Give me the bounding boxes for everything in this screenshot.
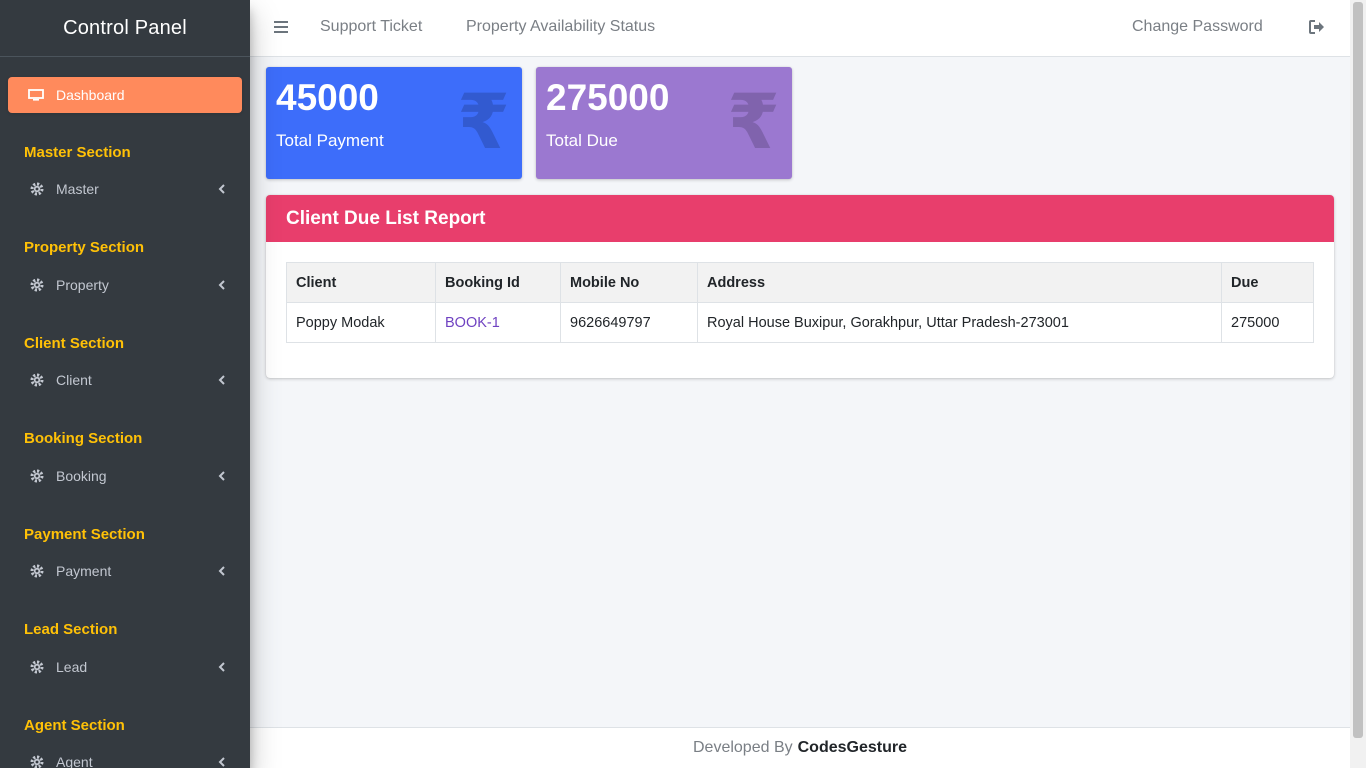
cell-due: 275000 — [1221, 302, 1314, 343]
footer: Developed By CodesGesture — [250, 727, 1350, 768]
sidebar-item-property[interactable]: Property — [8, 268, 242, 302]
nav-link-support-ticket[interactable]: Support Ticket — [320, 18, 422, 36]
nav-link-change-password[interactable]: Change Password — [1132, 18, 1263, 36]
gear-icon — [30, 469, 44, 483]
sidebar-item-label: Payment — [56, 563, 112, 579]
stat-box-total-due: 275000 Total Due ₹ — [536, 67, 792, 179]
stat-value: 45000 — [276, 77, 379, 118]
brand-title[interactable]: Control Panel — [0, 0, 250, 57]
client-due-report-card: Client Due List Report Client Booking Id… — [266, 195, 1334, 378]
sidebar-item-lead[interactable]: Lead — [8, 650, 242, 684]
column-header: Mobile No — [560, 262, 698, 303]
section-title-lead: Lead Section — [24, 621, 118, 638]
logout-icon[interactable] — [1308, 19, 1326, 35]
cell-booking-id: BOOK-1 — [435, 302, 561, 343]
table-header-row: Client Booking Id Mobile No Address Due — [286, 262, 1314, 303]
sidebar: Control Panel Dashboard Master Section M… — [0, 0, 250, 768]
chevron-left-icon — [218, 471, 225, 481]
column-header: Due — [1221, 262, 1314, 303]
gear-icon — [30, 660, 44, 674]
table-row: Poppy Modak BOOK-1 9626649797 Royal Hous… — [286, 302, 1314, 343]
gear-icon — [30, 373, 44, 387]
sidebar-item-label: Lead — [56, 659, 88, 675]
column-header: Booking Id — [435, 262, 561, 303]
section-title-agent: Agent Section — [24, 717, 125, 734]
sidebar-item-label: Property — [56, 277, 109, 293]
cell-address: Royal House Buxipur, Gorakhpur, Uttar Pr… — [697, 302, 1222, 343]
chevron-left-icon — [218, 184, 225, 194]
nav-link-property-availability[interactable]: Property Availability Status — [466, 18, 655, 36]
sidebar-item-agent[interactable]: Agent — [8, 745, 242, 768]
gear-icon — [30, 564, 44, 578]
chevron-left-icon — [218, 662, 225, 672]
section-title-property: Property Section — [24, 239, 145, 256]
sidebar-item-payment[interactable]: Payment — [8, 554, 242, 588]
stat-label: Total Due — [546, 131, 618, 150]
scrollbar-thumb[interactable] — [1353, 2, 1363, 738]
stat-label: Total Payment — [276, 131, 384, 150]
stat-value: 275000 — [546, 77, 670, 118]
cell-client: Poppy Modak — [286, 302, 436, 343]
sidebar-item-label: Booking — [56, 468, 107, 484]
section-title-client: Client Section — [24, 335, 125, 352]
sidebar-item-master[interactable]: Master — [8, 172, 242, 206]
rupee-icon: ₹ — [727, 80, 780, 165]
section-title-payment: Payment Section — [24, 526, 145, 543]
monitor-icon — [28, 89, 44, 101]
chevron-left-icon — [218, 757, 225, 767]
page-scrollbar[interactable] — [1350, 0, 1366, 768]
footer-prefix: Developed By — [693, 739, 793, 756]
sidebar-item-label: Client — [56, 372, 92, 388]
section-title-master: Master Section — [24, 144, 131, 161]
gear-icon — [30, 755, 44, 768]
gear-icon — [30, 278, 44, 292]
gear-icon — [30, 182, 44, 196]
sidebar-item-booking[interactable]: Booking — [8, 459, 242, 493]
cell-mobile: 9626649797 — [560, 302, 698, 343]
top-navbar: Support Ticket Property Availability Sta… — [250, 0, 1350, 57]
sidebar-item-label: Master — [56, 181, 99, 197]
chevron-left-icon — [218, 375, 225, 385]
sidebar-item-label: Dashboard — [56, 87, 125, 103]
chevron-left-icon — [218, 566, 225, 576]
rupee-icon: ₹ — [457, 80, 510, 165]
sidebar-item-client[interactable]: Client — [8, 363, 242, 397]
sidebar-item-label: Agent — [56, 754, 93, 768]
chevron-left-icon — [218, 280, 225, 290]
column-header: Client — [286, 262, 436, 303]
section-title-booking: Booking Section — [24, 430, 143, 447]
footer-brand: CodesGesture — [797, 739, 907, 756]
booking-id-link[interactable]: BOOK-1 — [445, 315, 500, 331]
sidebar-item-dashboard[interactable]: Dashboard — [8, 77, 242, 113]
column-header: Address — [697, 262, 1222, 303]
hamburger-menu-icon[interactable] — [274, 20, 288, 34]
due-list-table: Client Booking Id Mobile No Address Due … — [286, 262, 1314, 343]
card-title: Client Due List Report — [266, 195, 1334, 242]
stat-box-total-payment: 45000 Total Payment ₹ — [266, 67, 522, 179]
